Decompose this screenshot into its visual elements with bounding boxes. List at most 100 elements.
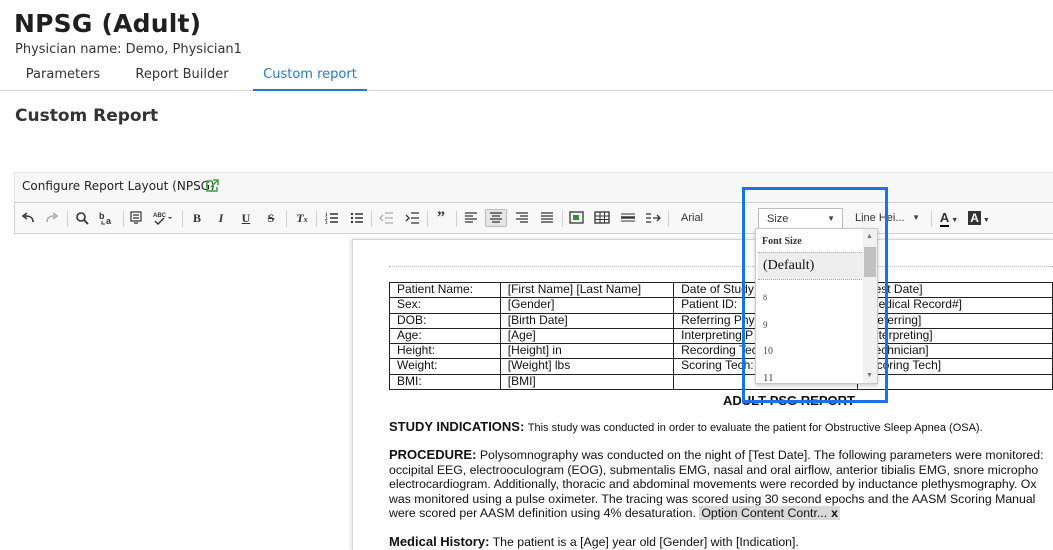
table-cell[interactable]: Weight: — [389, 358, 501, 375]
find-icon[interactable] — [75, 209, 89, 227]
table-cell[interactable]: [Technician] — [857, 343, 1053, 360]
table-icon[interactable] — [594, 209, 610, 227]
background-color-icon[interactable]: A ▼ — [967, 209, 991, 227]
select-all-icon[interactable] — [129, 209, 143, 227]
toolbar-separator — [67, 211, 68, 227]
table-cell[interactable]: BMI: — [389, 373, 501, 391]
toolbar-separator — [562, 211, 563, 227]
font-size-option-default[interactable]: (Default) — [758, 252, 864, 280]
dropdown-scrollbar[interactable]: ▲ ▼ — [863, 229, 877, 383]
external-link-icon[interactable] — [205, 179, 219, 193]
blockquote-icon[interactable]: ” — [434, 209, 448, 227]
toolbar-separator — [427, 211, 428, 227]
page-title: NPSG (Adult) — [14, 9, 202, 38]
redo-icon[interactable] — [45, 209, 59, 227]
font-size-option[interactable]: 11 — [763, 372, 774, 383]
scroll-up-icon[interactable]: ▲ — [866, 233, 873, 240]
chevron-down-icon: ▼ — [912, 213, 920, 222]
scrollbar-thumb[interactable] — [864, 247, 876, 277]
table-cell[interactable]: [Weight] lbs — [499, 358, 675, 375]
svg-text:a: a — [106, 216, 112, 226]
replace-icon[interactable]: ba — [99, 209, 115, 227]
close-icon[interactable]: x — [831, 506, 838, 520]
option-content-control-chip[interactable]: Option Content Contr... x — [699, 506, 840, 520]
table-cell[interactable] — [857, 373, 1053, 391]
table-row: Weight: [Weight] lbs Scoring Tech: [Scoring… — [389, 358, 1053, 375]
align-center-icon[interactable] — [485, 209, 507, 227]
table-cell[interactable]: [Age] — [499, 327, 675, 345]
patient-info-table: Patient Name: [First Name] [Last Name] Dat… — [389, 281, 1053, 391]
svg-text:3: 3 — [325, 221, 328, 226]
table-cell[interactable]: [Gender] — [499, 297, 675, 314]
toolbar-separator — [182, 211, 183, 227]
table-cell[interactable]: [Medical Record#] — [857, 297, 1053, 314]
study-indications-paragraph: STUDY INDICATIONS: This study was conduc… — [389, 419, 1053, 436]
config-label: Configure Report Layout (NPSG) — [22, 179, 215, 193]
image-icon[interactable] — [569, 209, 585, 227]
procedure-line: occipital EEG, electrooculogram (EOG), s… — [389, 462, 1039, 477]
underline-icon[interactable]: U — [240, 209, 252, 227]
numbered-list-icon[interactable]: 123 — [325, 209, 339, 227]
font-size-select[interactable]: Size ▼ — [758, 208, 843, 230]
font-name-select[interactable]: Arial — [673, 208, 755, 230]
decrease-indent-icon[interactable] — [379, 209, 393, 227]
table-cell[interactable]: [Height] in — [499, 343, 675, 360]
editor-toolbar: ba ABC B I U S Tx 123 ” Arial Size ▼ Line… — [14, 202, 1053, 234]
line-height-select[interactable]: Line Hei... ▼ — [847, 208, 927, 230]
table-cell[interactable]: [Test Date] — [857, 281, 1053, 299]
undo-icon[interactable] — [21, 209, 35, 227]
toolbar-separator — [456, 211, 457, 227]
font-size-option[interactable]: 10 — [763, 346, 773, 357]
increase-indent-icon[interactable] — [405, 209, 419, 227]
table-row: Age: [Age] Interpreting P [Interpreting] — [389, 327, 1053, 345]
font-size-value: Size — [767, 213, 789, 225]
tab-report-builder[interactable]: Report Builder — [124, 60, 240, 91]
strikethrough-icon[interactable]: S — [265, 209, 277, 227]
tab-parameters[interactable]: Parameters — [14, 60, 112, 91]
remove-format-icon[interactable]: Tx — [295, 209, 309, 227]
background-color-glyph: A — [968, 211, 981, 225]
svg-text:ABC: ABC — [153, 213, 167, 219]
table-cell[interactable]: [Referring] — [857, 312, 1053, 329]
toolbar-separator — [668, 211, 669, 227]
table-cell[interactable]: [First Name] [Last Name] — [499, 281, 675, 299]
table-cell[interactable]: [Scoring Tech] — [857, 358, 1053, 375]
bold-icon[interactable]: B — [191, 209, 203, 227]
italic-icon[interactable]: I — [215, 209, 227, 227]
align-right-icon[interactable] — [515, 209, 529, 227]
table-cell[interactable]: [Interpreting] — [857, 327, 1053, 345]
table-cell[interactable]: [BMI] — [499, 373, 675, 391]
table-row: BMI: [BMI] — [389, 373, 1053, 391]
font-size-dropdown-title: Font Size — [762, 236, 802, 247]
font-size-dropdown[interactable]: Font Size (Default) 8 9 10 11 ▲ ▼ — [755, 228, 878, 384]
toolbar-separator — [371, 211, 372, 227]
procedure-label: PROCEDURE: — [389, 447, 477, 462]
table-cell[interactable]: [Birth Date] — [499, 312, 675, 329]
scroll-down-icon[interactable]: ▼ — [866, 372, 873, 379]
spellcheck-icon[interactable]: ABC — [153, 209, 173, 227]
text-color-icon[interactable]: A ▼ — [937, 209, 961, 227]
config-bar: Configure Report Layout (NPSG) — [14, 172, 1053, 202]
bulleted-list-icon[interactable] — [350, 209, 364, 227]
tab-custom-report[interactable]: Custom report — [253, 60, 367, 91]
table-cell[interactable]: Sex: — [389, 297, 501, 314]
toolbar-separator — [286, 211, 287, 227]
table-cell[interactable]: Height: — [389, 343, 501, 360]
table-row: Height: [Height] in Recording Tec [Technici… — [389, 343, 1053, 360]
align-left-icon[interactable] — [464, 209, 478, 227]
option-content-control-label: Option Content Contr... — [701, 506, 828, 520]
table-cell[interactable]: Patient Name: — [389, 281, 501, 299]
study-indications-text: This study was conducted in order to eva… — [527, 422, 983, 434]
table-cell[interactable]: DOB: — [389, 312, 501, 329]
font-size-option[interactable]: 9 — [763, 320, 768, 330]
placeholder-insert-icon[interactable] — [645, 209, 661, 227]
horizontal-line-icon[interactable] — [620, 209, 636, 227]
table-cell[interactable]: Age: — [389, 327, 501, 345]
line-height-value: Line Hei... — [855, 212, 905, 224]
align-justify-icon[interactable] — [540, 209, 554, 227]
document-page[interactable]: Patient Name: [First Name] [Last Name] Dat… — [352, 239, 1053, 550]
font-size-option[interactable]: 8 — [763, 293, 767, 302]
toolbar-separator — [123, 211, 124, 227]
physician-name: Physician name: Demo, Physician1 — [15, 42, 242, 57]
procedure-line: were scored per AASM definition using 4%… — [389, 506, 696, 520]
